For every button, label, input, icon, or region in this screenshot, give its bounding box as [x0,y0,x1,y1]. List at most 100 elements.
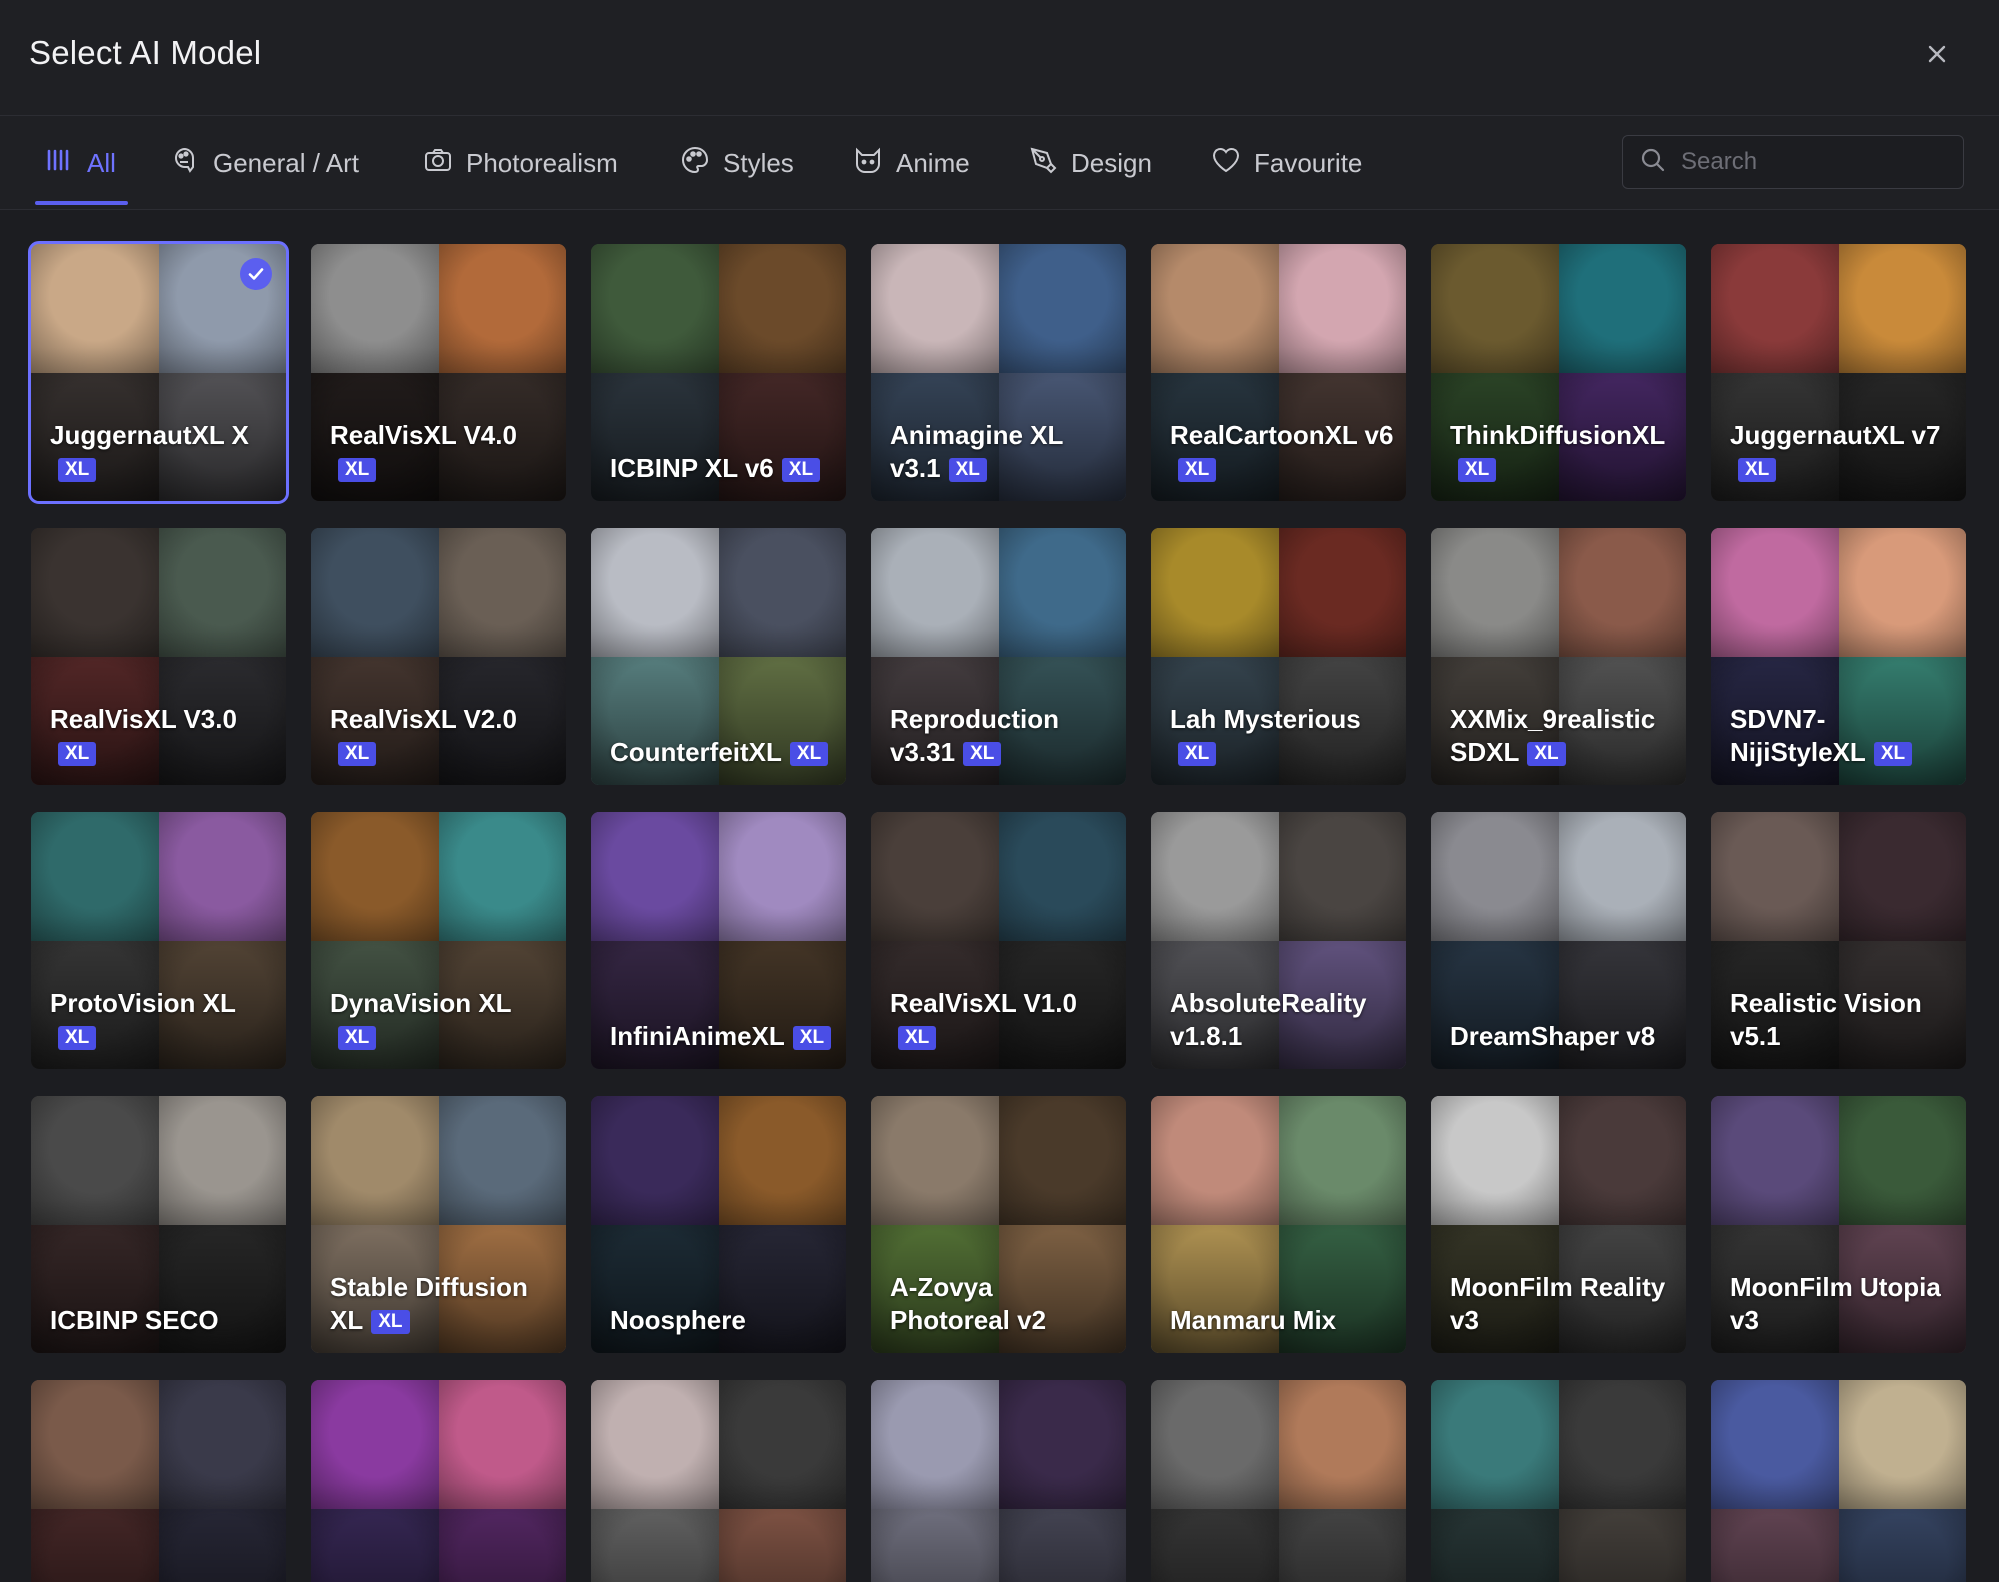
model-card[interactable]: Manmaru Mix [1151,1096,1406,1353]
xl-badge: XL [898,1026,937,1050]
model-card[interactable]: Stable Diffusion XL XL [311,1096,566,1353]
model-name: RealVisXL V1.0 XL [890,987,1116,1053]
model-card[interactable] [591,1380,846,1582]
model-name-text: A-Zovya Photoreal v2 [890,1272,1047,1335]
model-card[interactable]: JuggernautXL X XL [28,241,289,504]
model-name: CounterfeitXL XL [610,736,836,769]
model-name: SDVN7-NijiStyleXL XL [1730,703,1956,769]
model-name: Animagine XL v3.1 XL [890,419,1116,485]
model-name: A-Zovya Photoreal v2 [890,1271,1116,1337]
model-name: JuggernautXL v7 XL [1730,419,1956,485]
model-name-text: RealVisXL V4.0 [330,420,517,450]
close-icon[interactable] [1921,38,1953,70]
model-card[interactable]: MoonFilm Reality v3 [1431,1096,1686,1353]
xl-badge: XL [789,742,829,766]
model-card[interactable]: RealVisXL V1.0 XL [871,812,1126,1069]
model-card[interactable]: RealVisXL V2.0 XL [311,528,566,785]
model-name-text: RealVisXL V2.0 [330,704,517,734]
tab-favourite[interactable]: Favourite [1210,116,1362,210]
model-card[interactable]: CyberRealistic [1151,1380,1406,1582]
model-name-text: ProtoVision XL [50,988,236,1018]
model-card[interactable]: Freedom.Redmo [1431,1380,1686,1582]
model-card[interactable]: RealVisXL V3.0 XL [31,528,286,785]
model-name: RealCartoonXL v6 XL [1170,419,1396,485]
xl-badge: XL [338,458,377,482]
model-name: Manmaru Mix [1170,1304,1396,1337]
tab-label: Design [1071,147,1152,178]
model-name: RealVisXL V2.0 XL [330,703,556,769]
xl-badge: XL [58,458,97,482]
model-card[interactable]: DreamShaper v8 [1431,812,1686,1069]
model-card[interactable]: SDVN7-NijiStyleXL XL [1711,528,1966,785]
model-name: Stable Diffusion XL XL [330,1271,556,1337]
model-card[interactable]: ThinkDiffusionXL XL [1431,244,1686,501]
card-shade [1711,1482,1966,1582]
tab-photorealism[interactable]: Photorealism [422,116,618,210]
model-name: XXMix_9realistic SDXL XL [1450,703,1676,769]
model-name-text: RealCartoonXL v6 [1170,420,1394,450]
tab-general-art[interactable]: General / Art [169,116,359,210]
model-card[interactable]: JuggernautXL v7 XL [1711,244,1966,501]
model-card[interactable] [31,1380,286,1582]
model-name: MoonFilm Reality v3 [1450,1271,1676,1337]
xl-badge: XL [1527,742,1566,766]
model-card[interactable]: AnimePastelDrea [1711,1380,1966,1582]
model-name: DynaVision XL XL [330,987,556,1053]
model-name-text: Stable Diffusion XL [330,1272,528,1335]
dialog-header: Select AI Model [0,0,1999,116]
model-name: ThinkDiffusionXL XL [1450,419,1676,485]
model-name: DreamShaper v8 [1450,1020,1676,1053]
tab-styles[interactable]: Styles [679,116,794,210]
model-name-text: ICBINP XL v6 [610,453,774,483]
xl-badge: XL [371,1310,410,1334]
model-card[interactable]: ICBINP XL v6 XL [591,244,846,501]
model-card[interactable]: RealCartoonXL v6 XL [1151,244,1406,501]
model-name-text: RealVisXL V1.0 [890,988,1077,1018]
active-tab-indicator [35,201,128,205]
model-card[interactable]: RealVisXL V4.0 XL [311,244,566,501]
model-name: ProtoVision XL XL [50,987,276,1053]
tab-design[interactable]: Design [1027,116,1152,210]
model-card[interactable]: InfiniAnimeXL XL [591,812,846,1069]
model-card[interactable]: A-Zovya Photoreal v2 [871,1096,1126,1353]
model-name-text: JuggernautXL v7 [1730,420,1941,450]
model-name: Reproduction v3.31 XL [890,703,1116,769]
model-card[interactable]: AbsoluteReality v1.8.1 [1151,812,1406,1069]
model-name-text: Noosphere [610,1305,746,1335]
model-card[interactable]: ICBINP SECO [31,1096,286,1353]
model-name-text: MoonFilm Reality v3 [1450,1272,1666,1335]
card-shade [871,1482,1126,1582]
tab-label: Styles [723,147,794,178]
card-shade [31,1482,286,1582]
card-shade [311,1482,566,1582]
model-card[interactable]: CounterfeitXL XL [591,528,846,785]
search-box[interactable] [1622,135,1964,189]
model-card[interactable]: ProtoVision XL XL [31,812,286,1069]
model-name: AbsoluteReality v1.8.1 [1170,987,1396,1053]
model-card[interactable]: Lah Mysterious XL [1151,528,1406,785]
model-card[interactable]: MoonFilm Utopia v3 [1711,1096,1966,1353]
xl-badge: XL [1458,458,1497,482]
model-card[interactable]: XXMix_9realistic SDXL XL [1431,528,1686,785]
tab-all[interactable]: All [43,116,116,210]
model-card[interactable]: SynthwavePunk [311,1380,566,1582]
model-card[interactable]: Noosphere [591,1096,846,1353]
model-name: Realistic Vision v5.1 [1730,987,1956,1053]
palette-brain-icon [169,144,201,183]
heart-icon [1210,144,1242,183]
model-card[interactable]: Animagine XL v3.1 XL [871,244,1126,501]
xl-badge: XL [58,742,97,766]
pen-tool-icon [1027,144,1059,183]
model-card[interactable]: Reproduction v3.31 XL [871,528,1126,785]
model-card[interactable]: Realistic Vision v5.1 [1711,812,1966,1069]
model-card[interactable]: Dark Sushi Mix [871,1380,1126,1582]
model-card[interactable]: DynaVision XL XL [311,812,566,1069]
tab-anime[interactable]: Anime [852,116,970,210]
model-name: RealVisXL V4.0 XL [330,419,556,485]
search-input[interactable] [1681,148,1951,176]
model-name: Noosphere [610,1304,836,1337]
model-name-text: AbsoluteReality v1.8.1 [1170,988,1367,1051]
xl-badge: XL [1178,742,1217,766]
tab-label: Photorealism [466,147,618,178]
model-name: MoonFilm Utopia v3 [1730,1271,1956,1337]
